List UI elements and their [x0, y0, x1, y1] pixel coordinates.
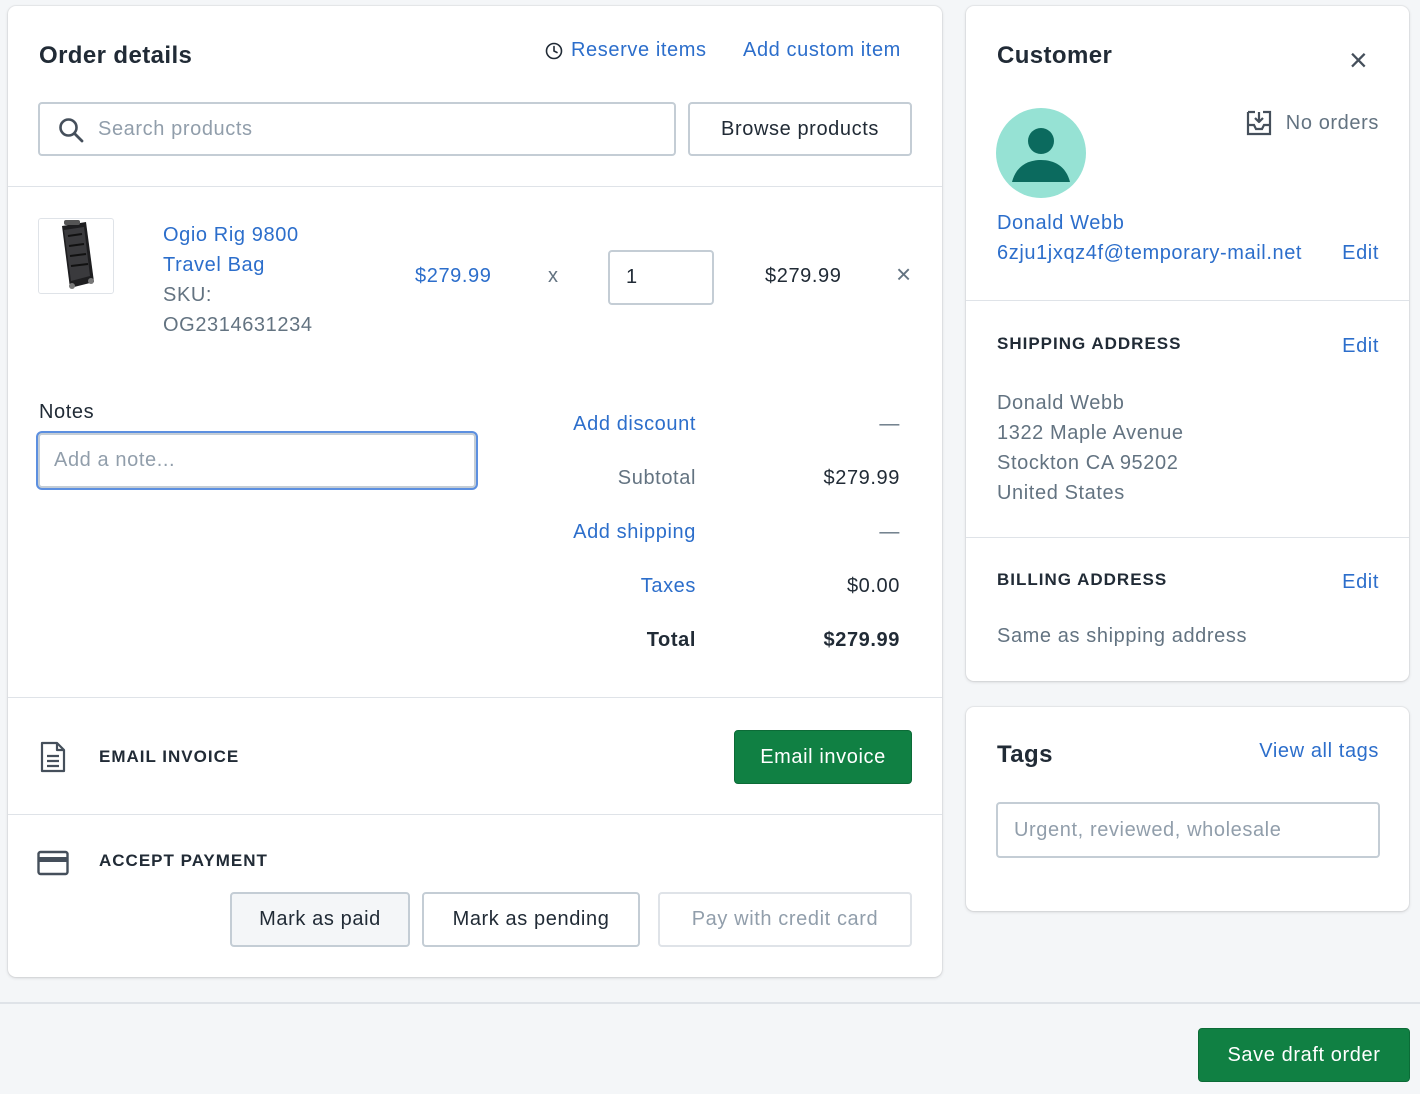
edit-billing-link[interactable]: Edit: [1342, 571, 1379, 594]
order-details-title: Order details: [39, 42, 193, 69]
shipping-line: Stockton CA 95202: [997, 452, 1179, 474]
unit-price[interactable]: $279.99: [415, 265, 492, 288]
customer-title: Customer: [997, 42, 1113, 69]
divider: [8, 186, 942, 187]
tags-title: Tags: [997, 741, 1053, 768]
download-orders-icon: [1246, 110, 1271, 136]
discount-value: —: [879, 413, 900, 435]
orders-count: No orders: [1246, 110, 1379, 136]
billing-address: Same as shipping address: [997, 625, 1248, 647]
search-icon: [59, 118, 84, 143]
credit-card-icon: [37, 850, 69, 876]
divider: [8, 697, 942, 698]
customer-email-link[interactable]: 6zju1jxqz4f@temporary-mail.net: [997, 242, 1302, 265]
divider: [966, 537, 1409, 538]
travel-bag-image: [62, 220, 94, 289]
reserve-items-label: Reserve items: [571, 39, 707, 61]
shipping-line: United States: [997, 482, 1125, 504]
sku-value: OG2314631234: [163, 314, 313, 336]
times-sign: x: [548, 265, 559, 287]
save-draft-order-button[interactable]: Save draft order: [1198, 1028, 1410, 1082]
accept-payment-heading: ACCEPT PAYMENT: [99, 851, 268, 870]
view-all-tags-link[interactable]: View all tags: [1259, 740, 1379, 763]
product-thumbnail: [38, 218, 114, 294]
total-value: $279.99: [823, 629, 900, 651]
clock-icon: [545, 42, 563, 59]
sku-label: SKU:: [163, 284, 213, 306]
notes-input[interactable]: [54, 435, 474, 486]
shipping-address-heading: SHIPPING ADDRESS: [997, 334, 1182, 353]
customer-card: Customer × No orders Donald Webb 6zju1jx…: [966, 6, 1409, 681]
reserve-items-link[interactable]: Reserve items: [545, 39, 707, 62]
add-custom-item-link[interactable]: Add custom item: [743, 39, 901, 62]
product-name-link[interactable]: Ogio Rig 9800 Travel Bag: [163, 220, 313, 280]
add-discount-link[interactable]: Add discount: [573, 413, 696, 436]
person-icon: [1012, 128, 1070, 182]
quantity-field[interactable]: [608, 250, 714, 305]
orders-count-label: No orders: [1285, 111, 1379, 134]
document-icon: [40, 741, 66, 773]
email-invoice-heading: EMAIL INVOICE: [99, 747, 240, 766]
shipping-value: —: [879, 521, 900, 543]
notes-field[interactable]: [38, 433, 476, 488]
search-products-field[interactable]: [38, 102, 676, 156]
email-invoice-button[interactable]: Email invoice: [734, 730, 912, 784]
product-name-line2: Travel Bag: [163, 254, 265, 276]
shipping-line: 1322 Maple Avenue: [997, 422, 1184, 444]
billing-address-heading: BILLING ADDRESS: [997, 570, 1168, 589]
quantity-input[interactable]: [626, 252, 712, 303]
edit-contact-link[interactable]: Edit: [1342, 242, 1379, 265]
shipping-address: Donald Webb 1322 Maple Avenue Stockton C…: [997, 388, 1184, 508]
subtotal-value: $279.99: [823, 467, 900, 489]
divider: [966, 300, 1409, 301]
shipping-line: Donald Webb: [997, 392, 1125, 414]
mark-as-paid-button[interactable]: Mark as paid: [230, 892, 410, 947]
subtotal-label: Subtotal: [617, 467, 696, 489]
taxes-value: $0.00: [846, 575, 900, 597]
mark-as-pending-button[interactable]: Mark as pending: [422, 892, 640, 947]
add-shipping-link[interactable]: Add shipping: [573, 521, 696, 544]
edit-shipping-link[interactable]: Edit: [1342, 335, 1379, 358]
notes-label: Notes: [39, 401, 95, 423]
avatar: [996, 108, 1086, 198]
close-icon[interactable]: ×: [1349, 42, 1368, 79]
tags-card: Tags View all tags: [966, 707, 1409, 911]
remove-item-icon[interactable]: ×: [896, 259, 912, 290]
product-name-line1: Ogio Rig 9800: [163, 224, 299, 246]
pay-with-credit-card-button[interactable]: Pay with credit card: [658, 892, 912, 947]
product-info: Ogio Rig 9800 Travel Bag SKU: OG23146312…: [163, 220, 313, 340]
divider: [8, 814, 942, 815]
tags-input[interactable]: [1014, 804, 1378, 856]
order-details-card: Order details Reserve items Add custom i…: [8, 6, 942, 977]
customer-name-link[interactable]: Donald Webb: [997, 212, 1124, 235]
total-label: Total: [646, 629, 696, 651]
line-total: $279.99: [765, 265, 842, 287]
taxes-link[interactable]: Taxes: [641, 575, 696, 598]
tags-field[interactable]: [996, 802, 1380, 858]
search-input[interactable]: [98, 104, 674, 154]
browse-products-button[interactable]: Browse products: [688, 102, 912, 156]
